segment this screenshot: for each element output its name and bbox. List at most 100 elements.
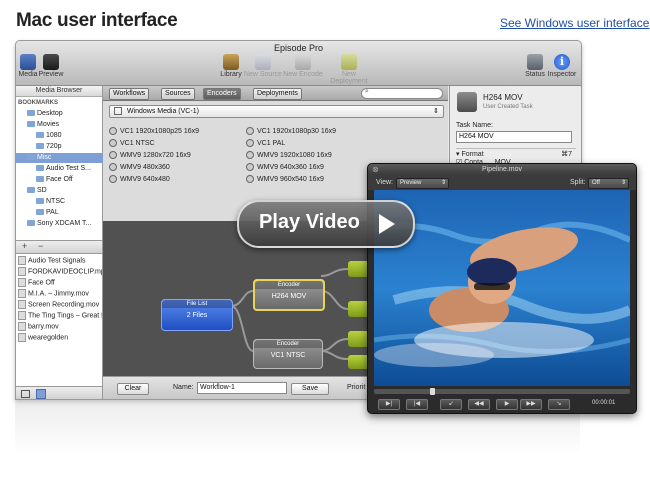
chevron-updown-icon: ⇕ — [433, 108, 439, 115]
search-icon: ⌕ — [365, 88, 369, 95]
format-dropdown[interactable]: Windows Media (VC-1) ⇕ — [109, 105, 444, 118]
shortcut-label: ⌘7 — [561, 151, 572, 158]
inspector-button[interactable]: i Inspector — [537, 54, 581, 78]
close-icon[interactable]: ⊗ — [372, 164, 379, 175]
split-label: Split: — [570, 179, 586, 186]
task-name-input[interactable]: H264 MOV — [456, 131, 572, 143]
encoder-preset-label: WMV9 1280x720 16x9 — [120, 151, 191, 159]
file-list-item[interactable]: The Ting Tings – Great DJ... — [18, 311, 102, 321]
workflow-name-input[interactable]: Workflow-1 — [197, 382, 287, 394]
gear-icon — [109, 127, 117, 135]
sidebar-tree-label: SD — [37, 187, 47, 194]
sidebar-tree-item[interactable]: Misc — [16, 153, 113, 163]
sidebar-tree-item[interactable]: Movies — [16, 120, 113, 130]
list-view-icon[interactable] — [36, 389, 46, 399]
file-icon — [18, 300, 26, 309]
file-list-item[interactable]: wearegolden — [18, 333, 102, 343]
remove-bookmark-button[interactable]: − — [38, 241, 43, 251]
file-list-item[interactable]: Audio Test Signals — [18, 256, 102, 266]
file-list-label: FORDKAVIDEOCLIP.mpg — [28, 268, 102, 276]
encoder-preset-label: VC1 NTSC — [120, 139, 155, 147]
encoder-node-h264[interactable]: Encoder H264 MOV — [253, 279, 325, 311]
save-button[interactable]: Save — [291, 383, 329, 395]
preview-button[interactable]: Preview — [26, 54, 76, 78]
file-list-node[interactable]: File List 2 Files — [161, 299, 233, 331]
new-encode-button[interactable]: New Encode — [278, 54, 328, 78]
file-list-item[interactable]: M.I.A. – Jimmy.mov — [18, 289, 102, 299]
media-browser-sidebar: Media Browser BOOKMARKS Desktop Movies 1080… — [16, 86, 113, 399]
folder-icon — [27, 187, 35, 194]
encoder-preset[interactable]: WMV9 1280x720 16x9 — [109, 151, 191, 159]
scrubber-handle[interactable] — [430, 388, 435, 395]
sidebar-tree-label: NTSC — [46, 198, 66, 205]
tab-workflows[interactable]: Workflows — [109, 88, 150, 100]
playback-control-button[interactable]: ▶| — [378, 399, 400, 410]
view-select[interactable]: Preview ⇕ — [396, 178, 449, 189]
sidebar-tree-item[interactable]: BOOKMARKS — [16, 98, 104, 108]
file-list-label: Face Off — [28, 279, 55, 287]
format-icon — [114, 107, 122, 116]
encoder-preset[interactable]: WMV9 640x480 — [109, 175, 170, 183]
playback-control-button[interactable]: ▶▶ — [520, 399, 542, 410]
tab-deployments[interactable]: Deployments — [253, 88, 302, 100]
folder-icon — [27, 110, 35, 117]
window-title: Episode Pro — [273, 43, 324, 53]
file-list-item[interactable]: barry.mov — [18, 322, 102, 332]
new-deployment-button[interactable]: New Deployment — [324, 54, 374, 85]
file-list-item[interactable]: Screen Recording.mov — [18, 300, 102, 310]
file-list-label: wearegolden — [28, 334, 69, 342]
encoder-preset-label: VC1 PAL — [257, 139, 286, 147]
search-input[interactable]: ⌕ — [361, 88, 443, 99]
inspector-subtitle: User Created Task — [483, 104, 533, 110]
file-list-item[interactable]: FORDKAVIDEOCLIP.mpg — [18, 267, 102, 277]
gear-icon — [246, 163, 254, 171]
sidebar-tree-item[interactable]: Desktop — [16, 109, 113, 119]
gear-icon — [246, 175, 254, 183]
encoder-preset[interactable]: WMV9 480x360 — [109, 163, 170, 171]
gear-icon — [109, 163, 117, 171]
sidebar-tree-item[interactable]: SD — [16, 186, 113, 196]
file-list-item[interactable]: Face Off — [18, 278, 102, 288]
tab-sources[interactable]: Sources — [161, 88, 195, 100]
playback-control-button[interactable]: ◀◀ — [468, 399, 490, 410]
folder-icon — [27, 154, 35, 161]
encoder-preset[interactable]: VC1 PAL — [246, 139, 285, 147]
preview-titlebar: ⊗ Pipeline.mov — [368, 164, 636, 175]
encoder-preset[interactable]: WMV9 1920x1080 16x9 — [246, 151, 332, 159]
encoder-preset-label: VC1 1920x1080p30 16x9 — [257, 127, 337, 135]
encoder-preset[interactable]: VC1 NTSC — [109, 139, 155, 147]
books-icon — [223, 54, 239, 70]
encoder-preset[interactable]: VC1 1920x1080p25 16x9 — [109, 127, 199, 135]
file-icon — [18, 311, 26, 320]
windows-ui-link[interactable]: See Windows user interface — [500, 16, 649, 30]
format-section[interactable]: ▾ Format ⌘7 — [456, 148, 576, 158]
gear-icon — [246, 139, 254, 147]
tab-encoders[interactable]: Encoders — [203, 88, 241, 100]
sidebar-tree-label: Movies — [37, 121, 60, 128]
play-video-button[interactable]: Play Video — [237, 200, 415, 248]
folder-icon — [36, 176, 44, 183]
encoder-preset[interactable]: WMV9 640x360 16x9 — [246, 163, 324, 171]
add-bookmark-button[interactable]: + — [22, 241, 27, 251]
playback-control-button[interactable]: ↘ — [548, 399, 570, 410]
encoder-preset[interactable]: WMV9 960x540 16x9 — [246, 175, 324, 183]
file-list-label: M.I.A. – Jimmy.mov — [28, 290, 89, 298]
file-icon — [18, 289, 26, 298]
playback-control-button[interactable]: ▶ — [496, 399, 518, 410]
encoder-node-vc1[interactable]: Encoder VC1 NTSC — [253, 339, 323, 369]
scrubber-track[interactable] — [374, 388, 630, 395]
file-icon — [18, 333, 26, 342]
task-name-label: Task Name: — [456, 122, 493, 129]
sidebar-tree-item[interactable]: Sony XDCAM T... — [16, 219, 113, 229]
gear-icon — [109, 175, 117, 183]
playback-control-button[interactable]: ↙ — [440, 399, 462, 410]
encoder-preset[interactable]: VC1 1920x1080p30 16x9 — [246, 127, 336, 135]
grid-view-icon[interactable] — [21, 390, 30, 398]
playback-control-button[interactable]: |◀ — [406, 399, 428, 410]
clear-button[interactable]: Clear — [117, 383, 149, 395]
new-source-icon — [255, 54, 271, 70]
encoder-preset-label: VC1 1920x1080p25 16x9 — [120, 127, 200, 135]
file-list-label: Audio Test Signals — [28, 257, 86, 265]
encoder-preset-label: WMV9 1920x1080 16x9 — [257, 151, 332, 159]
split-select[interactable]: Off ⇕ — [588, 178, 629, 189]
